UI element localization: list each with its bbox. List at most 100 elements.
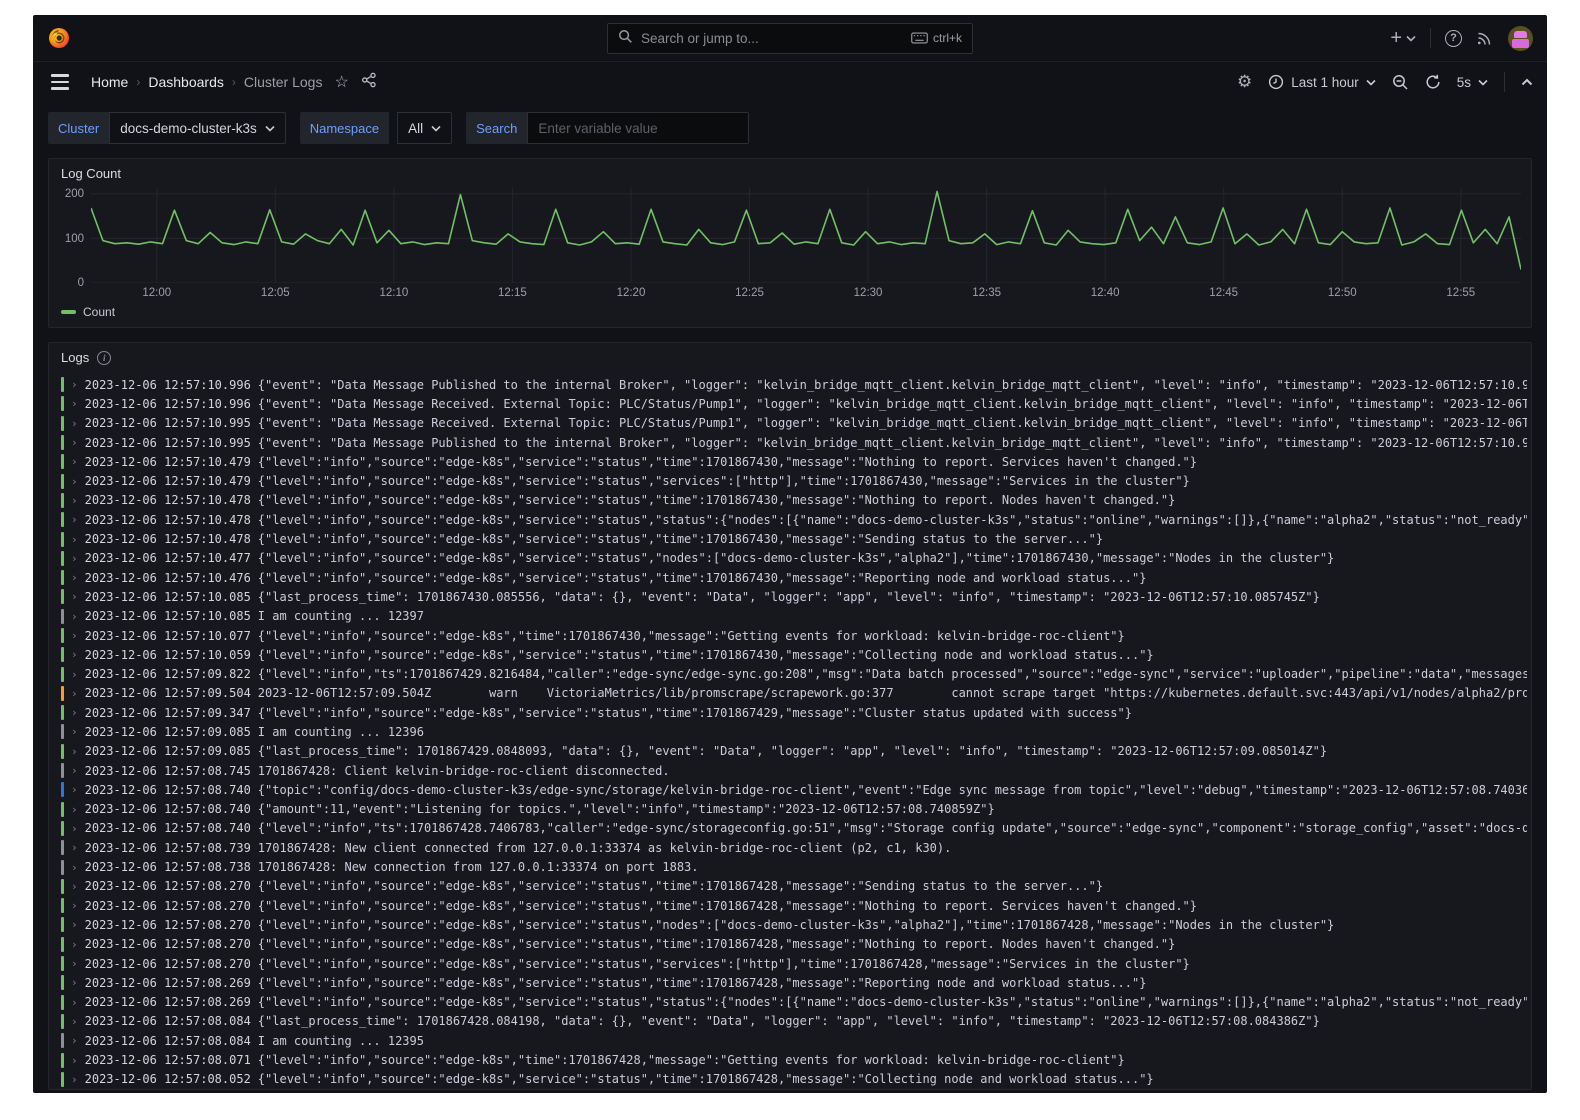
log-row[interactable]: › 2023-12-06 12:57:10.476 {"level":"info… [61,568,1527,587]
log-row[interactable]: › 2023-12-06 12:57:08.084 I am counting … [61,1031,1527,1050]
log-row[interactable]: › 2023-12-06 12:57:08.270 {"level":"info… [61,935,1527,954]
log-timestamp: 2023-12-06 12:57:10.995 [85,436,251,450]
log-row[interactable]: › 2023-12-06 12:57:08.071 {"level":"info… [61,1050,1527,1069]
log-row[interactable]: › 2023-12-06 12:57:10.996 {"event": "Dat… [61,375,1527,394]
log-message: 1701867428: New client connected from 12… [258,841,952,855]
log-row[interactable]: › 2023-12-06 12:57:10.478 {"level":"info… [61,529,1527,548]
log-row[interactable]: › 2023-12-06 12:57:10.478 {"level":"info… [61,491,1527,510]
log-message: I am counting ... 12397 [258,609,424,623]
log-row[interactable]: › 2023-12-06 12:57:08.740 {"topic":"conf… [61,780,1527,799]
chevron-up-icon [1521,78,1533,86]
refresh-interval-picker[interactable]: 5s [1457,75,1488,90]
log-row[interactable]: › 2023-12-06 12:57:08.270 {"level":"info… [61,896,1527,915]
expand-chevron-icon: › [71,687,78,700]
log-timestamp: 2023-12-06 12:57:10.995 [85,416,251,430]
log-row[interactable]: › 2023-12-06 12:57:08.084 {"last_process… [61,1012,1527,1031]
log-row[interactable]: › 2023-12-06 12:57:10.085 {"last_process… [61,587,1527,606]
log-message: {"level":"info","source":"edge-k8s","ser… [258,1072,1154,1086]
breadcrumb-separator: › [136,75,140,89]
info-icon[interactable]: i [97,351,111,365]
favorite-star-icon[interactable]: ☆ [334,72,348,92]
log-row[interactable]: › 2023-12-06 12:57:10.996 {"event": "Dat… [61,394,1527,413]
expand-chevron-icon: › [71,475,78,488]
variable-namespace-select[interactable]: All [397,112,452,144]
dashboard-settings-button[interactable]: ⚙ [1237,72,1252,92]
log-row[interactable]: › 2023-12-06 12:57:10.995 {"event": "Dat… [61,414,1527,433]
log-count-chart[interactable]: 200 100 0 12:0012:0512:1012:1512:2012:25… [49,185,1531,303]
log-row[interactable]: › 2023-12-06 12:57:08.738 1701867428: Ne… [61,857,1527,876]
log-row[interactable]: › 2023-12-06 12:57:08.270 {"level":"info… [61,877,1527,896]
log-level-bar [61,647,64,662]
log-row[interactable]: › 2023-12-06 12:57:10.059 {"level":"info… [61,645,1527,664]
log-timestamp: 2023-12-06 12:57:08.084 [85,1034,251,1048]
log-row[interactable]: › 2023-12-06 12:57:09.822 {"level":"info… [61,664,1527,683]
log-timestamp: 2023-12-06 12:57:10.077 [85,629,251,643]
breadcrumb-home[interactable]: Home [91,74,128,90]
log-level-bar [61,879,64,894]
x-tick-label: 12:40 [1091,287,1120,299]
log-message: {"level":"info","source":"edge-k8s","tim… [258,629,1125,643]
log-level-bar [61,570,64,585]
new-dashboard-button[interactable]: + [1390,28,1416,48]
log-row[interactable]: › 2023-12-06 12:57:08.739 1701867428: Ne… [61,838,1527,857]
variable-search-label: Search [466,112,527,144]
zoom-out-button[interactable] [1392,74,1409,91]
log-row[interactable]: › 2023-12-06 12:57:08.269 {"level":"info… [61,993,1527,1012]
log-row[interactable]: › 2023-12-06 12:57:09.085 {"last_process… [61,742,1527,761]
log-message: {"level":"info","source":"edge-k8s","ser… [258,532,1103,546]
log-level-bar [61,1014,64,1029]
grafana-logo-icon[interactable] [47,26,71,50]
refresh-button[interactable] [1425,74,1441,90]
log-row[interactable]: › 2023-12-06 12:57:08.740 {"amount":11,"… [61,800,1527,819]
log-row[interactable]: › 2023-12-06 12:57:08.052 {"level":"info… [61,1070,1527,1089]
variable-cluster: Cluster docs-demo-cluster-k3s [48,112,286,144]
x-tick-label: 12:20 [617,287,646,299]
time-range-picker[interactable]: Last 1 hour [1268,74,1376,90]
log-row[interactable]: › 2023-12-06 12:57:10.077 {"level":"info… [61,626,1527,645]
help-button[interactable]: ? [1445,30,1462,47]
variable-cluster-select[interactable]: docs-demo-cluster-k3s [109,112,286,144]
expand-chevron-icon: › [71,417,78,430]
user-avatar[interactable] [1508,26,1533,51]
log-level-bar [61,512,64,527]
log-row[interactable]: › 2023-12-06 12:57:10.478 {"level":"info… [61,510,1527,529]
log-level-bar [61,1053,64,1068]
log-row[interactable]: › 2023-12-06 12:57:10.085 I am counting … [61,607,1527,626]
log-row[interactable]: › 2023-12-06 12:57:07.592 127.0.0.1 - - … [61,1089,1527,1090]
log-level-bar [61,609,64,624]
log-row[interactable]: › 2023-12-06 12:57:10.995 {"event": "Dat… [61,433,1527,452]
search-input[interactable]: Search or jump to... ctrl+k [607,23,973,54]
chevron-down-icon [1406,35,1416,42]
collapse-toolbar-button[interactable] [1521,78,1533,86]
log-row[interactable]: › 2023-12-06 12:57:09.085 I am counting … [61,722,1527,741]
log-timestamp: 2023-12-06 12:57:10.479 [85,474,251,488]
log-row[interactable]: › 2023-12-06 12:57:09.347 {"level":"info… [61,703,1527,722]
log-message: {"level":"info","source":"edge-k8s","ser… [258,648,1154,662]
log-row[interactable]: › 2023-12-06 12:57:08.745 1701867428: Cl… [61,761,1527,780]
log-count-panel-title[interactable]: Log Count [49,159,1531,185]
menu-button[interactable] [47,70,73,94]
expand-chevron-icon: › [71,1015,78,1028]
log-level-bar [61,1033,64,1048]
log-message: {"level":"info","source":"edge-k8s","ser… [258,899,1197,913]
expand-chevron-icon: › [71,861,78,874]
expand-chevron-icon: › [71,552,78,565]
legend-series-label[interactable]: Count [83,305,115,319]
log-row[interactable]: › 2023-12-06 12:57:08.270 {"level":"info… [61,954,1527,973]
news-button[interactable] [1476,29,1494,47]
variable-search-input[interactable] [527,112,749,144]
expand-chevron-icon: › [71,571,78,584]
log-row[interactable]: › 2023-12-06 12:57:08.269 {"level":"info… [61,973,1527,992]
log-level-bar [61,474,64,489]
x-tick-label: 12:30 [854,287,883,299]
expand-chevron-icon: › [71,938,78,951]
logs-panel-title[interactable]: Logs i [49,343,1531,369]
log-row[interactable]: › 2023-12-06 12:57:10.477 {"level":"info… [61,549,1527,568]
share-icon[interactable] [361,72,377,93]
log-row[interactable]: › 2023-12-06 12:57:10.479 {"level":"info… [61,452,1527,471]
log-row[interactable]: › 2023-12-06 12:57:08.270 {"level":"info… [61,915,1527,934]
breadcrumb-dashboards[interactable]: Dashboards [148,74,224,90]
log-row[interactable]: › 2023-12-06 12:57:09.504 2023-12-06T12:… [61,684,1527,703]
log-row[interactable]: › 2023-12-06 12:57:10.479 {"level":"info… [61,471,1527,490]
log-row[interactable]: › 2023-12-06 12:57:08.740 {"level":"info… [61,819,1527,838]
